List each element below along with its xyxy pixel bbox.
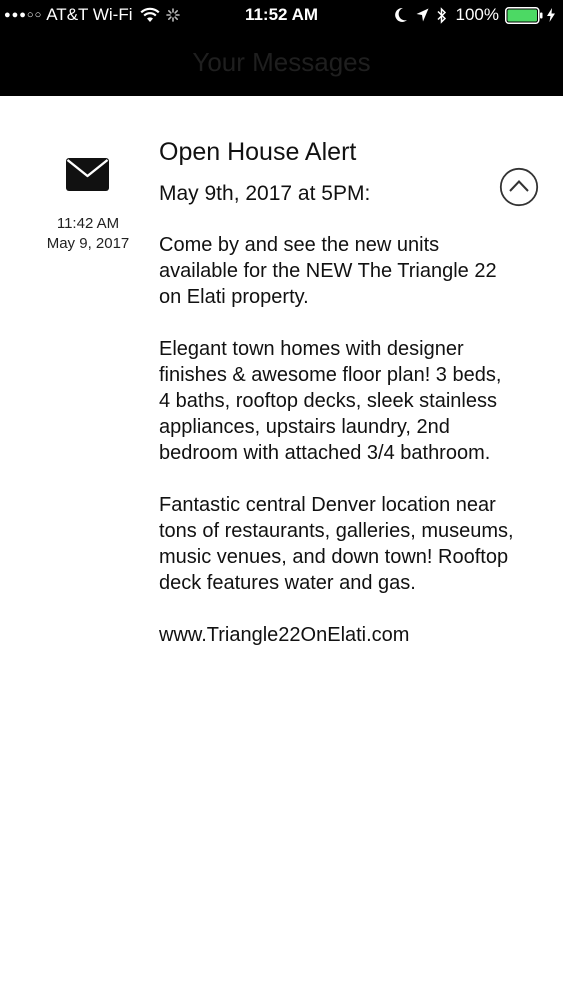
header-bar: ●●●○○ AT&T Wi-Fi 11:52 AM 100% Your Mess…: [0, 0, 563, 96]
status-bar: ●●●○○ AT&T Wi-Fi 11:52 AM 100%: [0, 0, 563, 32]
location-arrow-icon: [416, 8, 429, 22]
website-link[interactable]: www.Triangle22OnElati.com: [159, 624, 409, 646]
envelope-icon: [66, 158, 109, 191]
message-link-paragraph: www.Triangle22OnElati.com: [159, 622, 514, 648]
message-title: Open House Alert: [159, 138, 357, 166]
status-bar-right: 100%: [394, 5, 555, 25]
message-time: 11:42 AM: [56, 215, 120, 232]
message-date: May 9, 2017: [46, 235, 130, 252]
message-paragraph: Fantastic central Denver location near t…: [159, 494, 514, 594]
bluetooth-icon: [436, 6, 446, 24]
message-paragraph: Elegant town homes with designer finishe…: [159, 338, 502, 464]
message-subtitle: May 9th, 2017 at 5PM:: [159, 182, 371, 205]
collapse-message-button[interactable]: [499, 167, 539, 207]
battery-percentage: 100%: [455, 5, 499, 24]
chevron-up-circle-icon: [499, 167, 539, 207]
battery-icon: [505, 6, 543, 24]
moon-icon: [394, 7, 407, 22]
message-paragraph: Come by and see the new units available …: [159, 234, 497, 308]
message-body: Come by and see the new units available …: [159, 232, 514, 674]
page-title: Your Messages: [192, 47, 371, 77]
charging-bolt-icon: [547, 8, 555, 22]
